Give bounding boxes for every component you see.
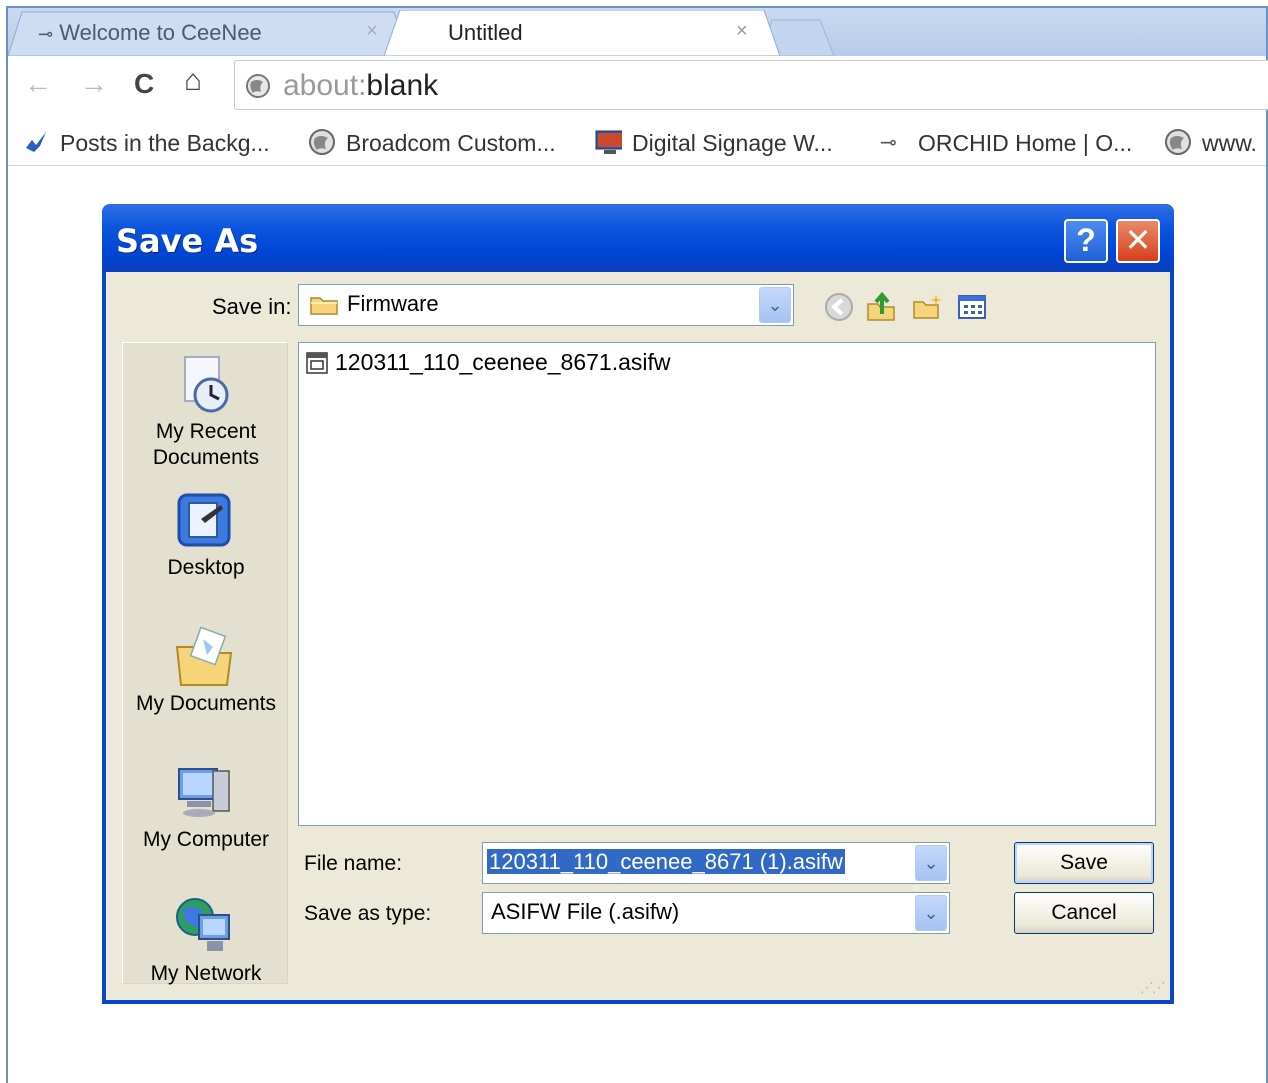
places-bar: My Recent Documents Desktop My Documents	[122, 342, 289, 985]
view-menu-icon[interactable]	[956, 290, 990, 324]
save-as-type-dropdown[interactable]: ASIFW File (.asifw) ⌄	[482, 892, 950, 934]
up-folder-icon[interactable]	[864, 290, 898, 324]
new-folder-icon[interactable]	[910, 290, 944, 324]
wordpress-icon	[26, 132, 46, 152]
place-label: My Recent	[155, 420, 257, 443]
forward-button[interactable]: →	[80, 68, 108, 100]
recent-documents-icon	[184, 356, 229, 413]
selected-text: 120311_110_ceenee_8671 (1).asifw	[487, 849, 845, 874]
back-button[interactable]: ←	[24, 68, 52, 100]
save-in-dropdown[interactable]: Firmware ⌄	[298, 284, 794, 326]
tab-close-icon[interactable]: ×	[366, 20, 378, 43]
save-as-type-label: Save as type:	[304, 902, 432, 925]
place-label: My Computer	[142, 828, 270, 851]
tab-title: Untitled	[448, 20, 523, 45]
globe-icon	[1165, 129, 1191, 155]
resize-grip-icon[interactable]: ⋰⋰	[1140, 979, 1166, 996]
my-documents-icon	[175, 626, 233, 686]
place-label: Desktop	[167, 556, 245, 579]
file-list[interactable]: 120311_110_ceenee_8671.asifw	[298, 342, 1156, 826]
file-icon	[306, 352, 328, 374]
bookmarks-bar: Posts in the Backg... Broadcom Custom...…	[8, 114, 1266, 166]
place-label: My Documents	[135, 692, 277, 715]
chevron-down-icon[interactable]: ⌄	[915, 845, 947, 881]
cancel-button[interactable]: Cancel	[1014, 892, 1154, 934]
reload-button[interactable]: C	[134, 68, 154, 100]
plug-icon: ⊸	[38, 24, 54, 44]
place-my-documents[interactable]: My Documents	[123, 625, 289, 725]
chevron-down-icon[interactable]: ⌄	[915, 895, 947, 931]
place-my-recent-documents[interactable]: My Recent Documents	[123, 353, 289, 473]
tab-shape	[384, 10, 780, 56]
page-icon	[246, 74, 270, 98]
tab-strip: ⊸ Welcome to CeeNee × Untitled ×	[8, 8, 1266, 56]
tab-close-icon[interactable]: ×	[736, 20, 748, 43]
desktop-icon	[177, 493, 231, 547]
place-label: Documents	[152, 446, 260, 469]
globe-icon	[309, 129, 335, 155]
folder-icon	[310, 297, 338, 315]
close-button[interactable]: ✕	[1116, 219, 1160, 263]
help-button[interactable]: ?	[1064, 219, 1108, 263]
tab-untitled[interactable]: Untitled ×	[384, 10, 780, 56]
computer-icon	[178, 768, 230, 817]
plug-icon: ⊸	[880, 132, 897, 154]
save-in-value: Firmware	[347, 291, 439, 316]
address-bar[interactable]: about:blank	[234, 60, 1268, 110]
chevron-down-icon[interactable]: ⌄	[759, 287, 791, 323]
save-as-type-value: ASIFW File (.asifw)	[491, 899, 680, 924]
save-in-label: Save in:	[212, 294, 292, 319]
file-name-value: 120311_110_ceenee_8671 (1).asifw	[487, 849, 845, 875]
monitor-icon	[595, 130, 622, 154]
save-button[interactable]: Save	[1014, 842, 1154, 884]
file-name-label: File name:	[304, 852, 403, 875]
save-as-dialog: Save As ? ✕ Save in: Firmware ⌄ My Recen…	[102, 204, 1174, 1004]
back-icon[interactable]	[822, 290, 856, 324]
tab-title: ⊸ Welcome to CeeNee	[38, 20, 262, 45]
address-text: about:blank	[283, 69, 439, 102]
dialog-body: Save in: Firmware ⌄ My Recent Documents …	[106, 272, 1170, 1000]
network-icon	[176, 898, 230, 951]
place-desktop[interactable]: Desktop	[123, 489, 289, 589]
dialog-titlebar[interactable]: Save As ? ✕	[102, 204, 1174, 272]
home-button[interactable]: ⌂	[184, 64, 202, 98]
browser-toolbar: ← → C ⌂ about:blank	[8, 56, 1268, 114]
place-my-computer[interactable]: My Computer	[123, 761, 289, 861]
place-label: My Network	[150, 962, 262, 985]
place-my-network[interactable]: My Network	[123, 895, 289, 985]
file-name-input[interactable]: 120311_110_ceenee_8671 (1).asifw ⌄	[482, 842, 950, 884]
dialog-title: Save As	[116, 222, 259, 260]
file-name: 120311_110_ceenee_8671.asifw	[335, 349, 671, 375]
tab-welcome[interactable]: ⊸ Welcome to CeeNee ×	[8, 10, 408, 56]
